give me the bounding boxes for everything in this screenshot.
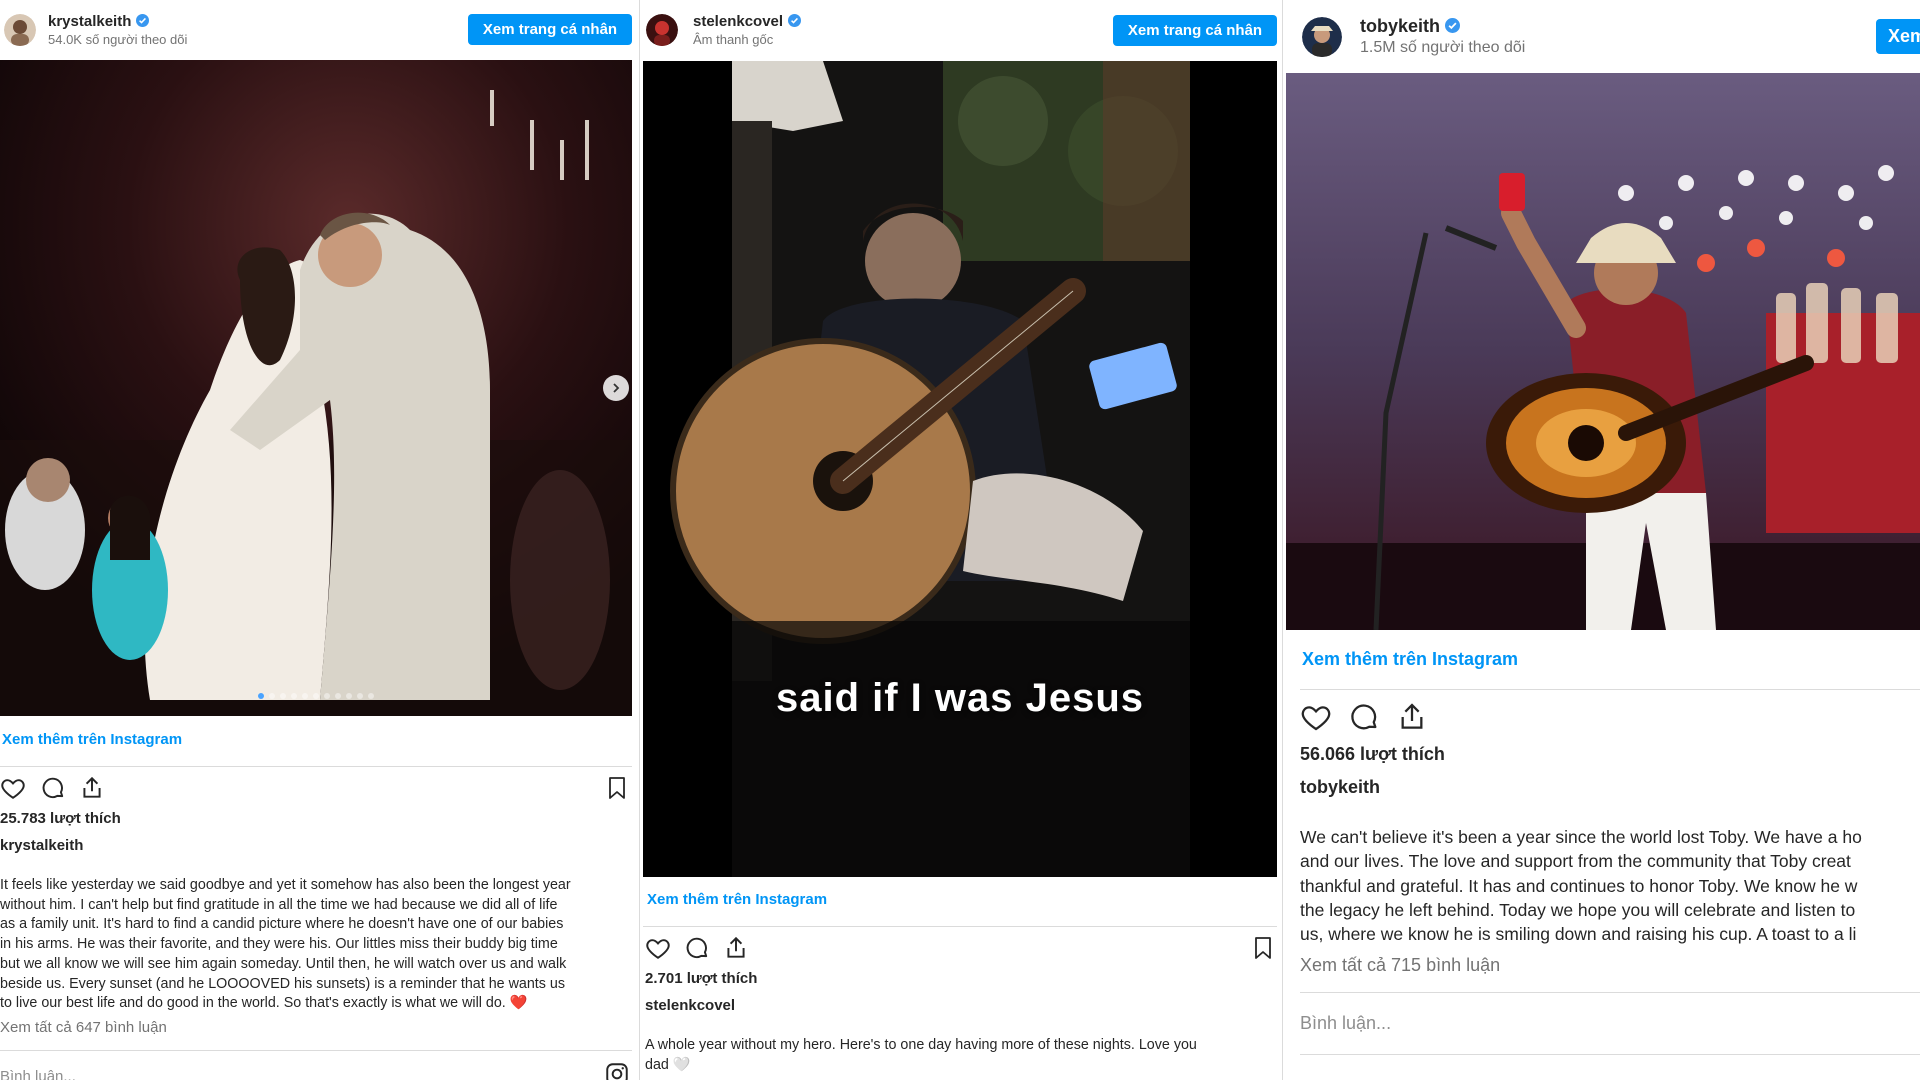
view-profile-button[interactable]: Xem trang cá nhân [1113,15,1277,46]
view-profile-button[interactable]: Xem trang cá nhân [468,14,632,45]
comment-icon[interactable] [1348,701,1380,733]
share-icon[interactable] [723,935,749,961]
caption-text: A whole year without my hero. Here's to … [645,1036,1279,1075]
divider [0,766,632,767]
view-more-on-instagram-link[interactable]: Xem thêm trên Instagram [2,731,182,748]
column-separator [1282,0,1283,1080]
divider [1300,1054,1920,1055]
like-count: 56.066 lượt thích [1300,744,1445,764]
username[interactable]: krystalkeith [48,13,150,31]
verified-badge-icon [788,13,802,31]
view-all-comments-link[interactable]: Xem tất cả 715 bình luận [1300,955,1500,976]
post-header: tobykeith 1.5M số người theo dõi Xem [1286,0,1920,58]
carousel-dot [357,693,363,699]
heart-icon[interactable] [0,775,26,801]
caption-text: It feels like yesterday we said goodbye … [0,876,636,1014]
post-video[interactable]: said if I was Jesus [643,61,1277,877]
caption-body: It feels like yesterday we said goodbye … [0,877,571,1012]
divider [0,1050,632,1051]
next-arrow-button[interactable] [603,375,629,401]
heart-icon[interactable] [645,935,671,961]
audio-label[interactable]: Âm thanh gốc [693,32,773,47]
wedding-dance-photo [0,60,632,716]
share-icon[interactable] [79,775,105,801]
white-heart-emoji: 🤍 [672,1056,691,1073]
carousel-dots [258,693,374,699]
caption-username[interactable]: krystalkeith [0,837,83,854]
post-image[interactable] [0,60,632,716]
carousel-dot [258,693,264,699]
carousel-dot [302,693,308,699]
caption-body: A whole year without my hero. Here's to … [645,1037,1197,1073]
verified-badge-icon [1445,17,1461,38]
guitar-video-frame [643,61,1277,877]
comment-icon[interactable] [684,935,710,961]
post-tobykeith: tobykeith 1.5M số người theo dõi Xem Xem… [1286,0,1920,1080]
comment-icon[interactable] [40,775,66,801]
view-all-comments-link[interactable]: Xem tất cả 647 bình luận [0,1019,167,1036]
divider [1300,689,1920,690]
avatar[interactable] [646,14,678,46]
carousel-dot [280,693,286,699]
heart-emoji: ❤️ [509,995,528,1012]
verified-badge-icon [136,13,150,31]
avatar[interactable] [1302,17,1342,57]
instagram-logo-icon[interactable] [604,1061,630,1080]
view-profile-button[interactable]: Xem [1876,19,1920,54]
post-header: krystalkeith 54.0K số người theo dõi Xem… [0,0,636,58]
follower-count: 1.5M số người theo dõi [1360,39,1526,56]
heart-icon[interactable] [1300,701,1332,733]
post-krystalkeith: krystalkeith 54.0K số người theo dõi Xem… [0,0,636,1080]
comment-input[interactable] [1300,1009,1700,1037]
avatar[interactable] [4,14,36,46]
view-more-on-instagram-link[interactable]: Xem thêm trên Instagram [1302,649,1518,670]
like-count: 25.783 lượt thích [0,810,121,827]
username[interactable]: stelenkcovel [693,13,802,31]
column-separator [639,0,640,1080]
bookmark-icon[interactable] [605,775,629,801]
caption-username[interactable]: tobykeith [1300,777,1380,798]
share-icon[interactable] [1396,701,1428,733]
post-header: stelenkcovel Âm thanh gốc Xem trang cá n… [643,0,1279,58]
chevron-right-icon [613,383,620,393]
post-image[interactable] [1286,73,1920,630]
view-more-on-instagram-link[interactable]: Xem thêm trên Instagram [647,891,827,908]
username[interactable]: tobykeith [1360,16,1461,38]
caption-text: We can't believe it's been a year since … [1300,827,1862,945]
carousel-dot [335,693,341,699]
carousel-dot [368,693,374,699]
carousel-dot [269,693,275,699]
divider [1300,992,1920,993]
video-subtitle: said if I was Jesus [775,676,1145,720]
bookmark-icon[interactable] [1251,935,1275,961]
like-count: 2.701 lượt thích [645,970,758,987]
caption-username[interactable]: stelenkcovel [645,997,735,1014]
carousel-dot [291,693,297,699]
follower-count: 54.0K số người theo dõi [48,32,188,47]
post-stelenkcovel: stelenkcovel Âm thanh gốc Xem trang cá n… [643,0,1279,1080]
concert-photo [1286,73,1920,630]
carousel-dot [346,693,352,699]
comment-input[interactable] [0,1064,400,1080]
divider [643,926,1277,927]
carousel-dot [313,693,319,699]
carousel-dot [324,693,330,699]
